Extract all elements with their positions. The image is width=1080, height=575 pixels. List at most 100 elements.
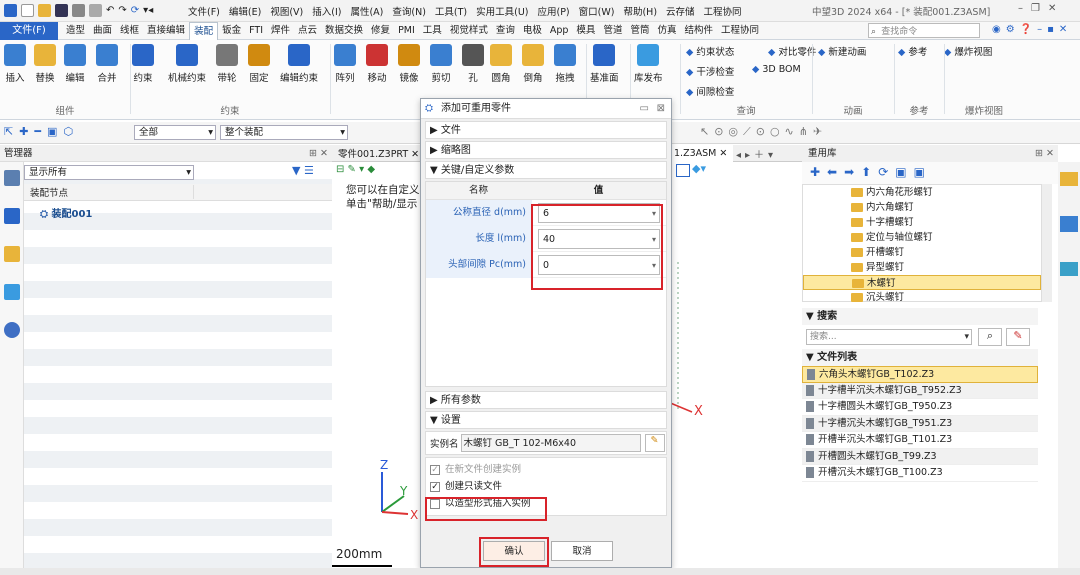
part-icon[interactable]: [4, 246, 20, 262]
cancel-button[interactable]: 取消: [551, 541, 613, 561]
section-key-params[interactable]: ▼ 关键/自定义参数: [425, 161, 667, 179]
library-folder-item[interactable]: 异型螺钉: [803, 260, 1041, 275]
ribbon-small-button-4[interactable]: ◆ 间隙检查: [686, 84, 734, 98]
print-icon[interactable]: [72, 4, 85, 17]
menu-item-5[interactable]: 查询(N): [392, 4, 426, 18]
instance-name-input[interactable]: 木螺钉 GB_T 102-M6x40: [460, 434, 641, 452]
ribbon-small-button-0[interactable]: ◆ 约束状态: [686, 44, 734, 58]
help-icons[interactable]: ◉⚙❓–▪✕: [992, 24, 1072, 35]
ribbon-button-3[interactable]: 合并: [96, 44, 118, 84]
ribbon-button-11[interactable]: 镜像: [398, 44, 420, 84]
open-folder-icon[interactable]: [38, 4, 51, 17]
reuse-library-icon[interactable]: [1060, 216, 1078, 232]
option-readonly-checkbox[interactable]: ✓: [430, 481, 440, 492]
ribbon-button-2[interactable]: 编辑: [64, 44, 86, 84]
save-icon[interactable]: [55, 4, 68, 17]
menu-item-12[interactable]: 工程协同: [704, 4, 742, 18]
ribbon-button-18[interactable]: 库发布: [634, 44, 663, 84]
option-new-file-checkbox[interactable]: ✓: [430, 464, 440, 475]
ribbon-button-16[interactable]: 拖拽: [554, 44, 576, 84]
ribbon-button-0[interactable]: 插入: [4, 44, 26, 84]
ribbon-small-button-3[interactable]: ◆ 3D BOM: [752, 64, 801, 75]
ribbon-tab-18[interactable]: 管道: [599, 22, 626, 40]
edit-pencil-icon[interactable]: ✎: [644, 434, 665, 452]
ribbon-tab-13[interactable]: 视觉样式: [446, 22, 492, 40]
library-folder-item[interactable]: 定位与轴位螺钉: [803, 230, 1041, 245]
option-readonly[interactable]: ✓ 创建只读文件: [430, 478, 662, 495]
library-file-item[interactable]: 十字槽半沉头木螺钉GB_T952.Z3: [802, 382, 1038, 399]
ribbon-button-15[interactable]: 倒角: [522, 44, 544, 84]
library-folder-item[interactable]: 沉头螺钉: [803, 290, 1041, 305]
library-file-item[interactable]: 开槽半沉头木螺钉GB_T101.Z3: [802, 432, 1038, 449]
panel-close-icon[interactable]: ⊞ ✕: [309, 145, 328, 162]
library-scrollbar[interactable]: [1042, 184, 1052, 302]
tree-node-assembly[interactable]: ⛭ 装配001: [40, 205, 92, 220]
ribbon-tab-20[interactable]: 仿真: [653, 22, 680, 40]
undo-icon[interactable]: ↶: [106, 5, 114, 16]
library-folder-item[interactable]: 开槽螺钉: [803, 245, 1041, 260]
ribbon-button-12[interactable]: 剪切: [430, 44, 452, 84]
library-file-item[interactable]: 开槽圆头木螺钉GB_T99.Z3: [802, 448, 1038, 465]
ribbon-small-button-5[interactable]: ◆ 新建动画: [818, 44, 866, 58]
layer-icon[interactable]: [1060, 262, 1078, 276]
ribbon-button-7[interactable]: 固定: [248, 44, 270, 84]
menu-item-4[interactable]: 属性(A): [350, 4, 383, 18]
view-icon[interactable]: [4, 284, 20, 300]
library-close-icon[interactable]: ⊞ ✕: [1035, 145, 1054, 162]
option-new-file[interactable]: ✓ 在新文件创建实例: [430, 461, 662, 478]
menu-item-9[interactable]: 窗口(W): [579, 4, 615, 18]
library-file-item[interactable]: 十字槽圆头木螺钉GB_T950.Z3: [802, 399, 1038, 416]
user-icon[interactable]: [4, 322, 20, 338]
redo-icon[interactable]: ↷: [118, 5, 126, 16]
clear-search-icon[interactable]: ✎: [1006, 328, 1030, 346]
section-file[interactable]: ▶ 文件: [425, 121, 667, 139]
ribbon-button-9[interactable]: 阵列: [334, 44, 356, 84]
refresh-icon[interactable]: ⟳: [131, 5, 139, 16]
ribbon-tab-15[interactable]: 电极: [519, 22, 546, 40]
filter-select-1[interactable]: 全部 ▾: [134, 125, 216, 140]
ribbon-tab-22[interactable]: 工程协同: [717, 22, 763, 40]
ribbon-tab-4[interactable]: 装配: [189, 21, 219, 40]
window-controls[interactable]: –❐✕: [1018, 3, 1064, 14]
filter-select-2[interactable]: 整个装配 ▾: [220, 125, 348, 140]
ribbon-button-14[interactable]: 圆角: [490, 44, 512, 84]
menu-item-0[interactable]: 文件(F): [188, 4, 220, 18]
ribbon-button-5[interactable]: 机械约束: [168, 44, 206, 84]
ribbon-tab-19[interactable]: 管筒: [626, 22, 653, 40]
library-folder-item[interactable]: 内六角螺钉: [803, 200, 1041, 215]
library-folder-item[interactable]: 十字槽螺钉: [803, 215, 1041, 230]
menu-item-8[interactable]: 应用(P): [538, 4, 570, 18]
ribbon-tab-14[interactable]: 查询: [492, 22, 519, 40]
ribbon-tab-9[interactable]: 数据交换: [321, 22, 367, 40]
more-icon[interactable]: ▾◂: [143, 5, 153, 16]
menu-item-3[interactable]: 插入(I): [312, 4, 341, 18]
ribbon-small-button-6[interactable]: ◆ 参考: [898, 44, 927, 58]
ribbon-tab-5[interactable]: 钣金: [218, 22, 245, 40]
section-all-params[interactable]: ▶ 所有参数: [425, 391, 667, 409]
ribbon-button-4[interactable]: 约束: [132, 44, 154, 84]
menu-item-11[interactable]: 云存储: [666, 4, 695, 18]
ribbon-button-13[interactable]: 孔: [462, 44, 484, 84]
library-search-icon[interactable]: ⌕: [978, 328, 1002, 346]
ribbon-tab-10[interactable]: 修复: [367, 22, 394, 40]
ribbon-button-6[interactable]: 带轮: [216, 44, 238, 84]
ribbon-tab-7[interactable]: 焊件: [267, 22, 294, 40]
ribbon-tab-1[interactable]: 曲面: [89, 22, 116, 40]
ribbon-tab-3[interactable]: 直接编辑: [143, 22, 189, 40]
menu-item-1[interactable]: 编辑(E): [229, 4, 261, 18]
menu-item-2[interactable]: 视图(V): [270, 4, 303, 18]
library-file-item[interactable]: 六角头木螺钉GB_T102.Z3: [802, 366, 1038, 383]
batch-icon[interactable]: [89, 4, 102, 17]
library-search-input[interactable]: 搜索... ▾: [806, 329, 972, 345]
ribbon-tab-0[interactable]: 造型: [62, 22, 89, 40]
ribbon-small-button-2[interactable]: ◆ 干涉检查: [686, 64, 734, 78]
menu-item-6[interactable]: 工具(T): [435, 4, 467, 18]
dialog-pin-icon[interactable]: ▭: [640, 99, 649, 119]
ribbon-button-8[interactable]: 编辑约束: [280, 44, 318, 84]
assembly-tree-icon[interactable]: [4, 170, 20, 186]
section-thumbnail[interactable]: ▶ 缩略图: [425, 141, 667, 159]
tree-filter-icon[interactable]: ▼ ☰: [292, 164, 314, 177]
ribbon-button-10[interactable]: 移动: [366, 44, 388, 84]
dialog-close-icon[interactable]: ⊠: [657, 99, 665, 119]
filelist-section-title[interactable]: ▼ 文件列表: [802, 349, 1038, 366]
